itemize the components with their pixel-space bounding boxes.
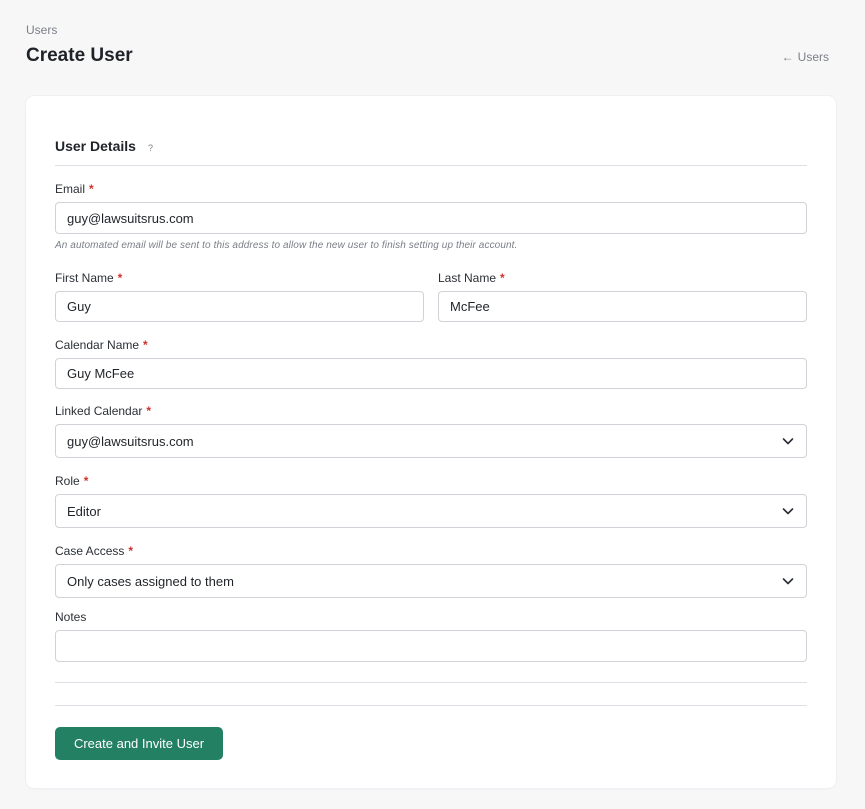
required-marker: * (143, 338, 148, 352)
email-input-value: guy@lawsuitsrus.com (67, 210, 194, 226)
last-name-label: Last Name * (438, 271, 807, 285)
case-access-select[interactable]: Only cases assigned to them (55, 564, 807, 598)
back-to-users-link[interactable]: ← Users (782, 50, 829, 64)
email-label-text: Email (55, 182, 86, 196)
calendar-name-label-text: Calendar Name (55, 338, 140, 352)
back-link-label: Users (797, 50, 829, 64)
required-marker: * (146, 404, 152, 418)
calendar-name-input-value: Guy McFee (67, 366, 135, 381)
role-label-text: Role (55, 474, 80, 488)
section-header: User Details ? (55, 138, 807, 154)
email-label: Email * (55, 182, 807, 196)
create-user-card: User Details ? Email * guy@lawsuitsrus.c… (26, 96, 836, 788)
role-select[interactable]: Editor (55, 494, 807, 528)
role-select-value: Editor (67, 503, 101, 519)
last-name-input-value: McFee (450, 299, 490, 314)
chevron-down-icon (782, 438, 794, 445)
email-field-group: Email * guy@lawsuitsrus.com An automated… (55, 182, 807, 251)
last-name-field-group: Last Name * McFee (438, 271, 807, 322)
notes-label: Notes (55, 610, 807, 624)
required-marker: * (500, 271, 505, 285)
notes-label-text: Notes (55, 610, 87, 624)
last-name-label-text: Last Name (438, 271, 497, 285)
required-marker: * (89, 182, 94, 196)
case-access-label-text: Case Access (55, 544, 125, 558)
notes-field-group: Notes (55, 610, 807, 662)
case-access-label: Case Access * (55, 544, 807, 558)
last-name-input[interactable]: McFee (438, 291, 807, 322)
calendar-name-input[interactable]: Guy McFee (55, 358, 807, 389)
page-title: Create User (26, 45, 133, 66)
required-marker: * (128, 544, 134, 558)
calendar-name-field-group: Calendar Name * Guy McFee (55, 338, 807, 389)
linked-calendar-label: Linked Calendar * (55, 404, 807, 418)
chevron-down-icon (782, 578, 794, 585)
first-name-input[interactable]: Guy (55, 291, 424, 322)
first-name-label-text: First Name (55, 271, 114, 285)
chevron-down-icon (782, 508, 794, 515)
arrow-left-icon: ← (781, 50, 794, 64)
notes-input[interactable] (55, 630, 807, 662)
role-field-group: Role * Editor (55, 474, 807, 528)
help-icon[interactable]: ? (148, 143, 153, 153)
first-name-field-group: First Name * Guy (55, 271, 424, 322)
breadcrumb[interactable]: Users (26, 23, 57, 37)
section-title: User Details (55, 138, 136, 154)
email-hint: An automated email will be sent to this … (55, 240, 518, 251)
form-divider (55, 682, 807, 683)
first-name-input-value: Guy (67, 299, 91, 314)
actions-divider (55, 705, 807, 706)
required-marker: * (83, 474, 89, 488)
linked-calendar-field-group: Linked Calendar * guy@lawsuitsrus.com (55, 404, 807, 458)
email-input[interactable]: guy@lawsuitsrus.com (55, 202, 807, 234)
required-marker: * (117, 271, 123, 285)
role-label: Role * (55, 474, 807, 488)
section-divider (55, 165, 807, 166)
linked-calendar-select[interactable]: guy@lawsuitsrus.com (55, 424, 807, 458)
case-access-field-group: Case Access * Only cases assigned to the… (55, 544, 807, 598)
calendar-name-label: Calendar Name * (55, 338, 807, 352)
first-name-label: First Name * (55, 271, 424, 285)
linked-calendar-select-value: guy@lawsuitsrus.com (67, 433, 194, 449)
create-and-invite-user-button[interactable]: Create and Invite User (55, 727, 223, 760)
case-access-select-value: Only cases assigned to them (67, 573, 234, 589)
linked-calendar-label-text: Linked Calendar (55, 404, 143, 418)
